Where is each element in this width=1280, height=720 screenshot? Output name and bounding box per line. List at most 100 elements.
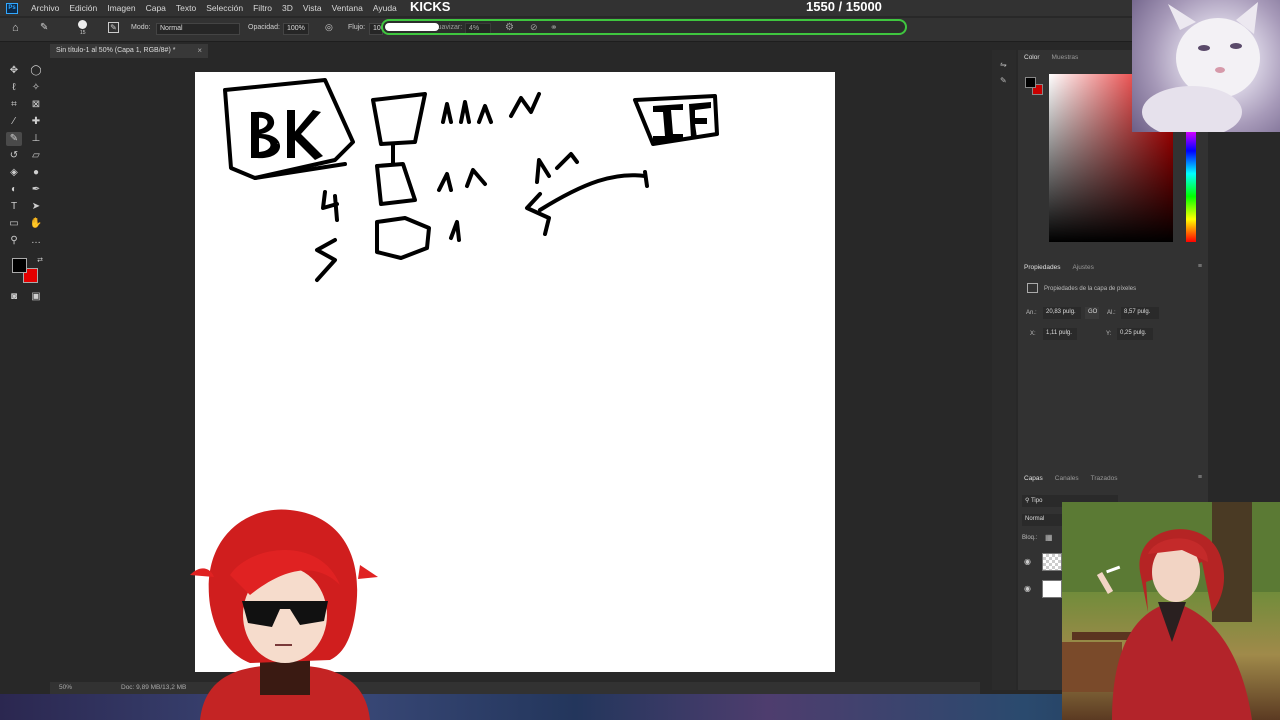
dodge-tool-icon[interactable]: ◐ xyxy=(6,183,22,197)
x-input[interactable]: 1,11 pulg. xyxy=(1043,328,1077,340)
kicks-counter: 1550 / 15000 xyxy=(806,0,882,14)
tab-layers[interactable]: Capas xyxy=(1018,471,1049,487)
opacity-label: Opacidad: xyxy=(248,24,280,31)
hue-slider[interactable] xyxy=(1186,128,1196,242)
properties-panel-tabs: Propiedades Ajustes xyxy=(1018,260,1100,276)
height-input[interactable]: 8,57 pulg. xyxy=(1121,307,1159,319)
brush-panel-icon[interactable]: ✎ xyxy=(1000,76,1009,85)
frame-tool-icon[interactable]: ⊠ xyxy=(28,98,44,112)
close-icon[interactable]: × xyxy=(197,46,202,55)
mode-select[interactable]: Normal xyxy=(156,23,240,35)
zoom-tool-icon[interactable]: ⚲ xyxy=(6,234,22,248)
tab-paths[interactable]: Trazados xyxy=(1085,471,1124,487)
if-letter-f xyxy=(689,102,711,138)
layer-1-thumbnail[interactable] xyxy=(1042,553,1062,571)
cat-illustration xyxy=(1142,2,1260,132)
doc-size-info[interactable]: Doc: 9,89 MB/13,2 MB xyxy=(121,684,186,691)
history-brush-icon[interactable]: ↺ xyxy=(6,149,22,163)
color-panel-foreground[interactable] xyxy=(1025,77,1036,88)
tab-channels[interactable]: Canales xyxy=(1049,471,1085,487)
y-label: Y: xyxy=(1106,331,1112,337)
visibility-eye-icon[interactable]: ◉ xyxy=(1024,557,1031,566)
document-tab[interactable]: Sin título-1 al 50% (Capa 1, RGB/8#) * × xyxy=(50,44,208,58)
menu-ayuda[interactable]: Ayuda xyxy=(368,3,402,13)
streamer-avatar xyxy=(190,505,380,720)
brush-tip-icon[interactable] xyxy=(78,20,87,29)
tools-panel: ✥ ◯ ℓ ✧ ⌗ ⊠ ⁄ ✚ ✎ ⊥ ↺ ▱ ◈ ● ◐ ✒ T ➤ ▭ ✋ … xyxy=(4,62,46,302)
more-tools-icon[interactable]: … xyxy=(28,234,44,248)
kicks-progress-bar xyxy=(381,19,907,35)
eyedropper-icon[interactable]: ⁄ xyxy=(6,115,22,129)
pen-tool-icon[interactable]: ✒ xyxy=(28,183,44,197)
document-tab-title: Sin título-1 al 50% (Capa 1, RGB/8#) * xyxy=(56,47,176,54)
width-input[interactable]: 20,83 pulg. xyxy=(1043,307,1081,319)
flow-label: Flujo: xyxy=(348,24,366,31)
hand-tool-icon[interactable]: ✋ xyxy=(28,217,44,231)
lock-pixels-icon[interactable]: ▦ xyxy=(1045,533,1053,542)
menu-ventana[interactable]: Ventana xyxy=(327,3,368,13)
color-panel-tabs: Color Muestras xyxy=(1018,50,1084,66)
menu-imagen[interactable]: Imagen xyxy=(102,3,140,13)
quick-mask-icon[interactable]: ◙ xyxy=(6,290,22,304)
layers-menu-icon[interactable]: ≡ xyxy=(1198,474,1202,481)
avatar-illustration xyxy=(190,509,378,720)
background-layer-thumbnail[interactable] xyxy=(1042,580,1062,598)
type-tool-icon[interactable]: T xyxy=(6,200,22,214)
blob-shape xyxy=(375,216,431,260)
brush-tool-icon[interactable]: ✎ xyxy=(6,132,22,146)
pressure-opacity-icon[interactable]: ◎ xyxy=(325,22,333,33)
pixel-layer-icon xyxy=(1027,283,1038,293)
bucket-tool-icon[interactable]: ◈ xyxy=(6,166,22,180)
menu-capa[interactable]: Capa xyxy=(141,3,171,13)
path-select-icon[interactable]: ➤ xyxy=(28,200,44,214)
menu-archivo[interactable]: Archivo xyxy=(26,3,64,13)
trapezoid-2 xyxy=(375,162,417,206)
swap-colors-icon[interactable]: ⇄ xyxy=(32,254,48,268)
photoshop-window: Ps Archivo Edición Imagen Capa Texto Sel… xyxy=(0,0,1280,720)
eraser-tool-icon[interactable]: ▱ xyxy=(28,149,44,163)
blur-tool-icon[interactable]: ● xyxy=(28,166,44,180)
marquee-tool-icon[interactable]: ◯ xyxy=(28,64,44,78)
menu-vista[interactable]: Vista xyxy=(298,3,327,13)
webcam-anime-overlay xyxy=(1062,502,1280,720)
tab-swatches[interactable]: Muestras xyxy=(1046,50,1085,66)
brush-preset-icon[interactable]: ✎ xyxy=(40,22,48,33)
menu-bar: Ps Archivo Edición Imagen Capa Texto Sel… xyxy=(0,0,1280,16)
link-dimensions-icon[interactable]: GO xyxy=(1085,307,1099,319)
if-letter-i xyxy=(653,104,683,142)
y-input[interactable]: 0,25 pulg. xyxy=(1117,328,1153,340)
stamp-tool-icon[interactable]: ⊥ xyxy=(28,132,44,146)
properties-title: Propiedades de la capa de píxeles xyxy=(1044,286,1137,292)
number-4 xyxy=(321,190,339,222)
history-icon[interactable]: ⇋ xyxy=(1000,60,1009,69)
menu-seleccion[interactable]: Selección xyxy=(201,3,248,13)
tab-adjustments[interactable]: Ajustes xyxy=(1067,260,1100,276)
home-icon[interactable]: ⌂ xyxy=(12,22,19,34)
lasso-tool-icon[interactable]: ℓ xyxy=(6,81,22,95)
menu-texto[interactable]: Texto xyxy=(171,3,201,13)
anime-character-illustration xyxy=(1062,502,1280,720)
box2-text: IF xyxy=(679,125,680,127)
opacity-input[interactable]: 100% xyxy=(283,23,309,35)
shape-tool-icon[interactable]: ▭ xyxy=(6,217,22,231)
visibility-eye-icon[interactable]: ◉ xyxy=(1024,584,1031,593)
foreground-color-swatch[interactable] xyxy=(12,258,27,273)
photoshop-logo: Ps xyxy=(6,2,18,14)
height-label: Al.: xyxy=(1107,310,1116,316)
magic-wand-icon[interactable]: ✧ xyxy=(28,81,44,95)
screen-mode-icon[interactable]: ▣ xyxy=(28,290,44,304)
menu-edicion[interactable]: Edición xyxy=(64,3,102,13)
move-tool-icon[interactable]: ✥ xyxy=(6,64,22,78)
brush-settings-icon[interactable]: ✎ xyxy=(108,22,119,33)
menu-3d[interactable]: 3D xyxy=(277,3,298,13)
trapezoid-1 xyxy=(371,92,427,146)
menu-filtro[interactable]: Filtro xyxy=(248,3,277,13)
tab-color[interactable]: Color xyxy=(1018,50,1046,66)
healing-brush-icon[interactable]: ✚ xyxy=(28,115,44,129)
zoom-level[interactable]: 50% xyxy=(59,684,72,691)
kicks-label: KICKS xyxy=(410,0,451,14)
tab-properties[interactable]: Propiedades xyxy=(1018,260,1067,276)
layers-panel-tabs: Capas Canales Trazados xyxy=(1018,471,1124,487)
crop-tool-icon[interactable]: ⌗ xyxy=(6,98,22,112)
properties-menu-icon[interactable]: ≡ xyxy=(1198,263,1202,270)
